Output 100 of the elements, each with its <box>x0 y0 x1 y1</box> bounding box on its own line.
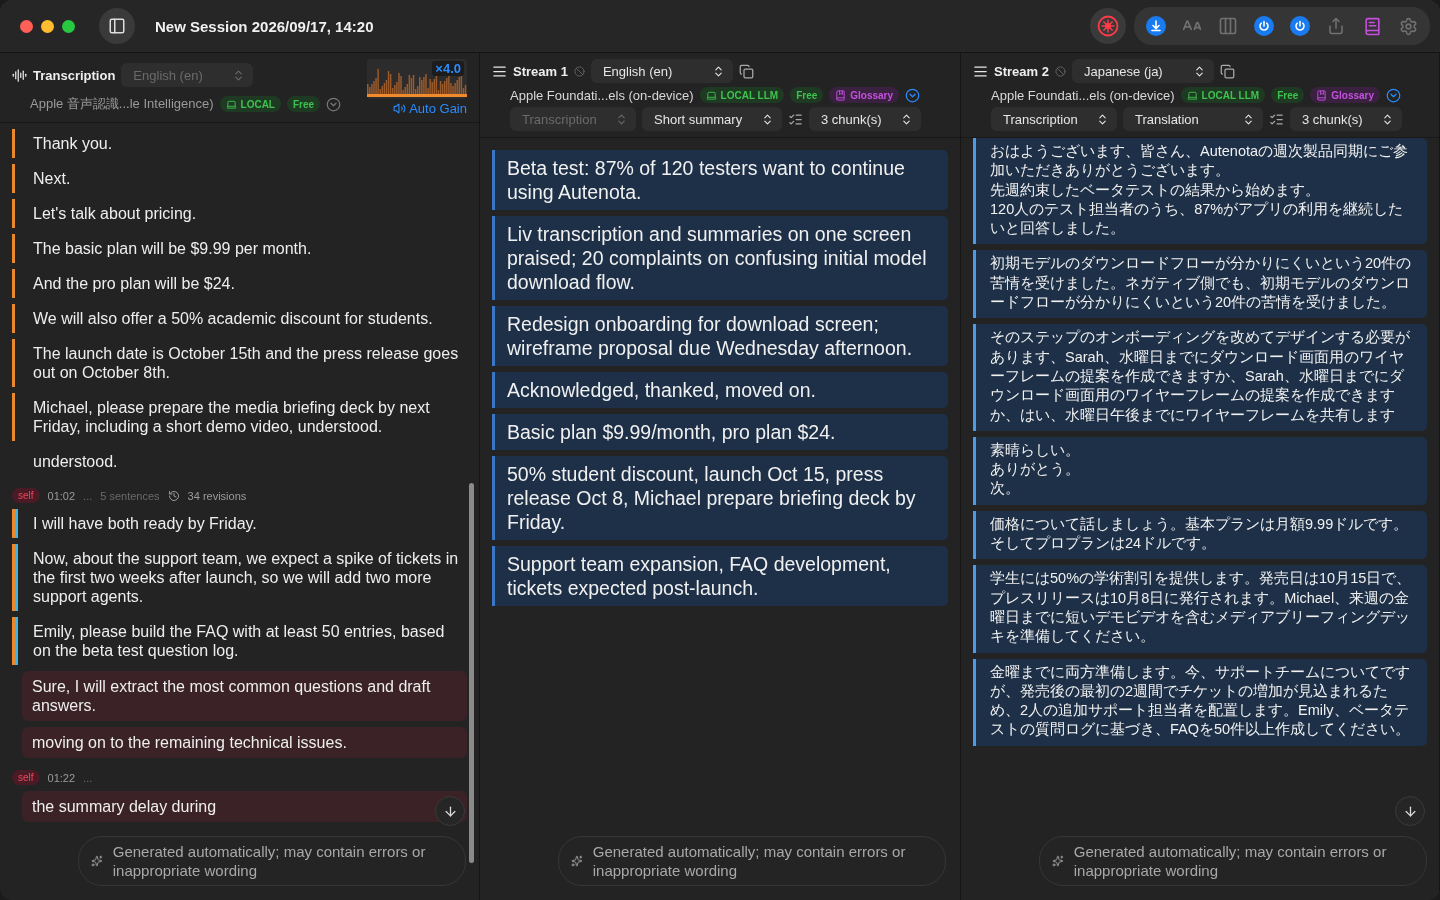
updown-chevron-icon <box>900 112 913 126</box>
model-badge: LOCAL LLM <box>699 87 785 103</box>
sidebar-toggle-button[interactable] <box>99 8 135 44</box>
card-text: Liv transcription and summaries on one screen praised; 20 complaints on confusing initial model download flow. <box>507 222 928 294</box>
mode-select[interactable]: Short summary <box>642 107 782 131</box>
laptop-icon <box>1186 89 1198 101</box>
scroll-down-button[interactable] <box>1395 796 1425 826</box>
card-text: 金曜までに両方準備します。今、サポートチームについてですが、発売後の最初の2週間でチケットの増加が見込まれるため、2人の追加サポート担当者を配置します。Emily、ベータテストの質問ログに基づき、FAQを50件以上作成してください。 <box>990 662 1412 740</box>
updown-chevron-icon <box>615 112 628 126</box>
checklist-icon[interactable] <box>1269 111 1284 127</box>
chunk-select[interactable]: 3 chunk(s) <box>1290 107 1402 131</box>
sparkle-icon <box>91 853 103 869</box>
ellipsis: ... <box>83 489 93 502</box>
card-text: そのステップのオンボーディングを改めてデザインする必要があります、Sarah、水曜日までにダウンロード画面用のワイヤーフレームの提案を作成できますか、Sarah、水曜日までにダウンロード画面用のワイヤーフレームの提案を作成できますか、はい、水曜日午後までにワイヤーフレームを共有します <box>990 328 1411 425</box>
updown-chevron-icon <box>1096 112 1109 126</box>
model-badge: LOCAL LLM <box>1180 87 1266 103</box>
model-badge: LOCAL <box>219 96 281 112</box>
card-text: Redesign onboarding for download screen; wireframe proposal due Wednesday afternoon. <box>507 312 914 360</box>
window-title: New Session 2026/09/17, 14:20 <box>155 17 375 35</box>
chevron-circle-icon[interactable] <box>1386 87 1402 103</box>
card-text: Beta test: 87% of 120 testers want to continue using Autenota. <box>507 156 906 204</box>
transcript-line: Let's talk about pricing. <box>12 199 467 228</box>
card-text: 価格について話しましょう。基本プランは月額9.99ドルです。そしてプロプランは24ドルです。 <box>990 514 1410 554</box>
transcript-line: The launch date is October 15th and the press release goes out on October 8th. <box>12 339 467 387</box>
updown-chevron-icon <box>1242 112 1255 126</box>
sidebar-icon <box>108 17 126 35</box>
chunk-select[interactable]: 3 chunk(s) <box>809 107 921 131</box>
transcript-line: We will also offer a 50% academic discount for students. <box>12 304 467 333</box>
notice-text: Generated automatically; may contain errors or inappropriate wording <box>592 842 907 880</box>
auto-gain-link[interactable]: Auto Gain <box>393 101 467 116</box>
minimize-button[interactable] <box>41 19 54 33</box>
book-icon <box>835 89 847 101</box>
transcript-line: Michael, please prepare the media briefing deck by next Friday, including a short demo video, understood. <box>12 393 467 441</box>
arrow-down-icon <box>1402 803 1418 819</box>
transcript-line: understood. <box>32 452 119 472</box>
model-badge: Free <box>790 87 824 103</box>
ellipsis: ... <box>83 771 93 784</box>
history-icon <box>167 489 180 502</box>
updown-chevron-icon <box>1381 112 1394 126</box>
gain-value: ×4.0 <box>432 61 464 76</box>
transcript-line: The basic plan will be $9.99 per month. <box>12 234 467 263</box>
panel-title: Transcription <box>33 67 116 83</box>
card-text: 素晴らしい。 <box>990 440 1081 460</box>
transcript-line: Next. <box>12 164 467 193</box>
copy-icon[interactable] <box>1219 63 1235 79</box>
source-select[interactable]: Transcription <box>991 107 1117 131</box>
updown-chevron-icon <box>761 112 774 126</box>
chevron-circle-icon[interactable] <box>905 87 921 103</box>
record-icon <box>1097 15 1119 37</box>
card-text: 50% student discount, launch Oct 15, press release Oct 8, Michael prepare briefing deck by Friday. <box>507 462 917 534</box>
model-badge: Free <box>1271 87 1305 103</box>
mode-select[interactable]: Translation <box>1123 107 1263 131</box>
model-name: Apple Foundati...els (on-device) <box>510 87 694 103</box>
copy-icon[interactable] <box>738 63 754 79</box>
speaker-icon <box>393 102 407 115</box>
card-text: 120人のテスト担当者のうち、87%がアプリの利用を継続したいと回答しました。 <box>990 199 1405 239</box>
card-text: おはようございます、皆さん、Autenotaの週次製品同期にご参加いただきありがとうございます。 <box>990 142 1410 181</box>
columns-icon <box>1218 16 1238 36</box>
waveform-icon <box>12 67 27 83</box>
sentence-count: 5 sentences <box>100 489 160 502</box>
disabled-icon <box>1054 65 1066 77</box>
model-badge: Glossary <box>829 87 900 103</box>
book-icon <box>1362 16 1382 36</box>
model-badge: Free <box>287 96 321 112</box>
card-text: ありがとう。 <box>990 460 1081 480</box>
transcript-line: And the pro plan will be $24. <box>12 269 467 298</box>
disabled-icon <box>573 65 585 77</box>
arrow-down-icon <box>442 803 458 819</box>
card-text: Basic plan $9.99/month, pro plan $24. <box>507 420 837 444</box>
sparkle-icon <box>1052 853 1064 869</box>
model-badge: Glossary <box>1310 87 1381 103</box>
notice-text: Generated automatically; may contain errors or inappropriate wording <box>1073 842 1388 880</box>
chevron-circle-icon[interactable] <box>326 96 342 112</box>
model-name: Apple Foundati...els (on-device) <box>991 87 1175 103</box>
timestamp: 01:22 <box>47 771 76 784</box>
lines-icon <box>492 63 507 79</box>
speaker-tag: self <box>12 488 40 503</box>
language-select[interactable]: Japanese (ja) <box>1071 59 1214 83</box>
lines-icon <box>973 63 988 79</box>
notice-text: Generated automatically; may contain errors or inappropriate wording <box>112 842 427 880</box>
laptop-icon <box>225 98 237 110</box>
download-icon <box>1146 16 1166 36</box>
power-icon <box>1290 16 1310 36</box>
record-button[interactable] <box>1090 8 1126 44</box>
checklist-icon[interactable] <box>788 111 803 127</box>
settings-icon <box>1398 16 1418 36</box>
close-button[interactable] <box>20 19 33 33</box>
language-select[interactable]: English (en) <box>590 59 733 83</box>
sparkle-icon <box>571 853 583 869</box>
share-icon <box>1327 17 1345 35</box>
revision-count: 34 revisions <box>187 489 247 502</box>
card-text: Support team expansion, FAQ development, tickets expected post-launch. <box>507 552 892 600</box>
speaker-tag: self <box>12 770 40 785</box>
zoom-button[interactable] <box>62 19 75 33</box>
book-icon <box>1316 89 1328 101</box>
power-icon <box>1254 16 1274 36</box>
scroll-bar[interactable] <box>469 483 474 863</box>
transcript-line: Thank you. <box>12 129 467 158</box>
card-text: 次。 <box>990 479 1021 499</box>
card-text: 初期モデルのダウンロードフローが分かりにくいという20件の苦情を受けました。ネガティブ側でも、初期モデルのダウンロードフローが分かりにくいという20件の苦情を受けました。 <box>990 254 1413 313</box>
